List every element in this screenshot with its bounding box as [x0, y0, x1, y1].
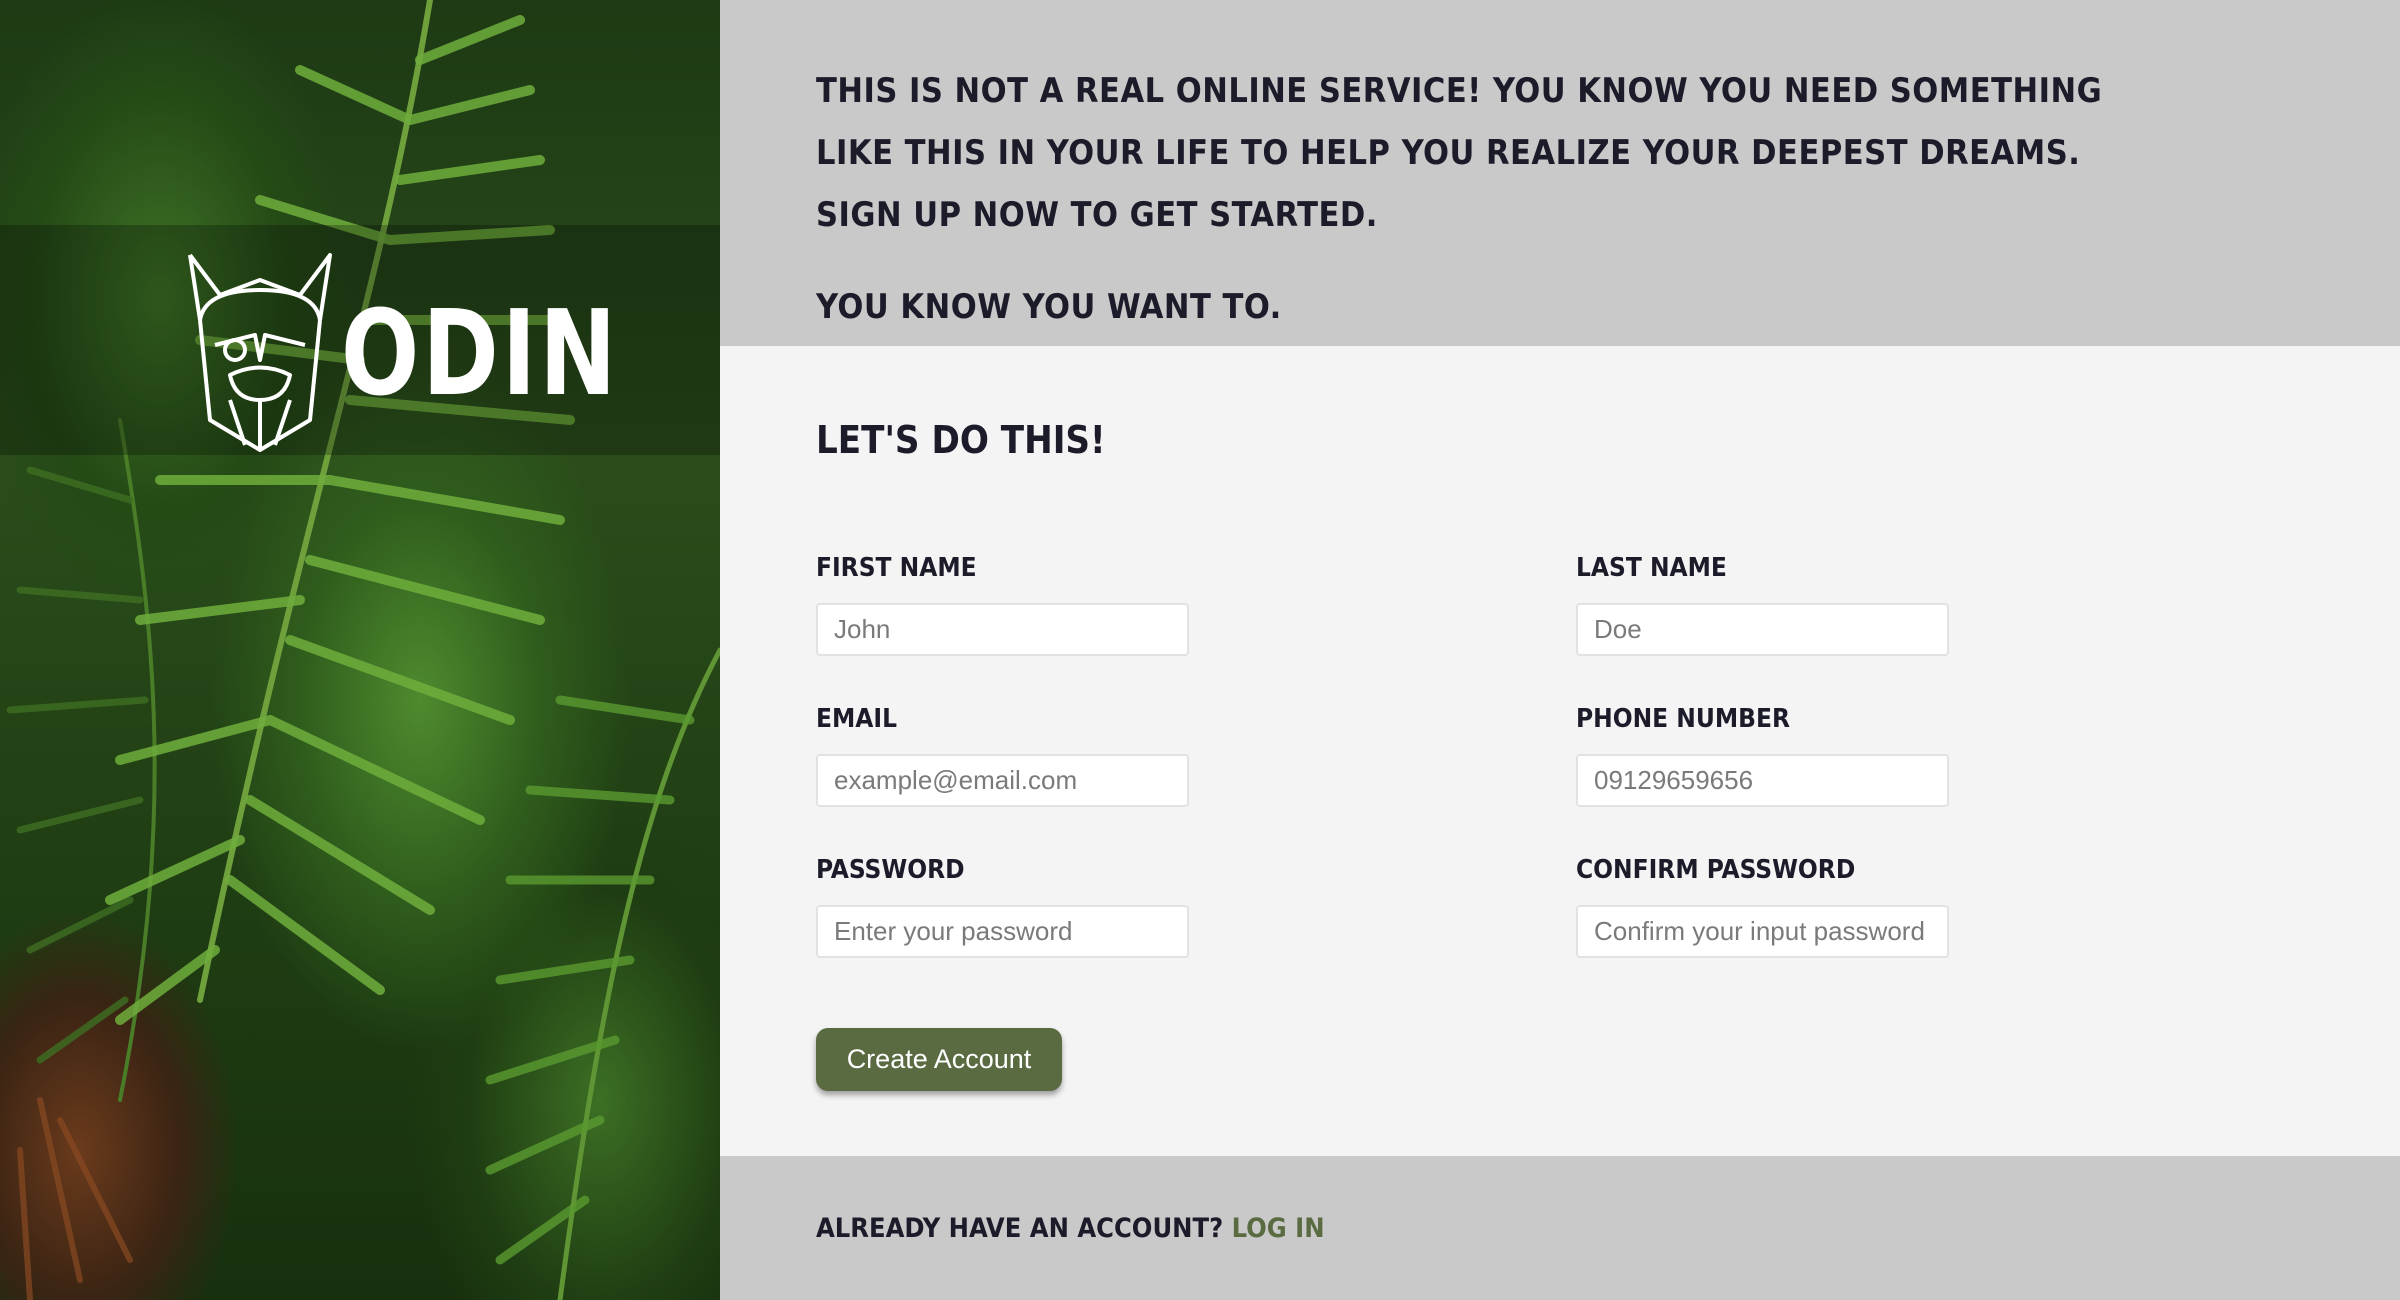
- first-name-group: First Name: [816, 553, 1189, 656]
- footer-section: Already have an account? Log in: [720, 1156, 2400, 1300]
- confirm-password-input[interactable]: [1576, 905, 1949, 958]
- intro-tagline: You know you want to.: [816, 287, 1282, 327]
- first-name-input[interactable]: [816, 603, 1189, 656]
- password-input[interactable]: [816, 905, 1189, 958]
- fern-leaves: [6, 0, 720, 1300]
- confirm-password-label: Confirm Password: [1576, 855, 1856, 885]
- viking-helmet-icon: [188, 253, 332, 452]
- brand-name: ODIN: [341, 283, 620, 422]
- login-link[interactable]: Log in: [1232, 1213, 1325, 1244]
- last-name-label: Last Name: [1576, 553, 1727, 583]
- intro-paragraph: This is not a real online service! You k…: [816, 71, 2103, 235]
- phone-input[interactable]: [1576, 754, 1949, 807]
- first-name-label: First Name: [816, 553, 977, 583]
- signup-page: ODIN This is not a real online service! …: [0, 0, 2400, 1300]
- confirm-password-group: Confirm Password: [1576, 855, 1949, 958]
- odin-logo: ODIN: [185, 250, 698, 455]
- password-label: Password: [816, 855, 965, 885]
- phone-group: Phone Number: [1576, 704, 1949, 807]
- last-name-group: Last Name: [1576, 553, 1949, 656]
- phone-label: Phone Number: [1576, 704, 1790, 734]
- last-name-input[interactable]: [1576, 603, 1949, 656]
- email-group: Email: [816, 704, 1189, 807]
- password-group: Password: [816, 855, 1189, 958]
- intro-section: This is not a real online service! You k…: [720, 0, 2400, 346]
- email-label: Email: [816, 704, 897, 734]
- email-input[interactable]: [816, 754, 1189, 807]
- login-prompt-text: Already have an account?: [816, 1212, 1224, 1244]
- login-prompt: Already have an account? Log in: [816, 1213, 1325, 1244]
- fern-background-image: ODIN: [0, 0, 720, 1300]
- create-account-button[interactable]: Create Account: [816, 1028, 1062, 1091]
- form-title: Let's do this!: [816, 418, 1106, 462]
